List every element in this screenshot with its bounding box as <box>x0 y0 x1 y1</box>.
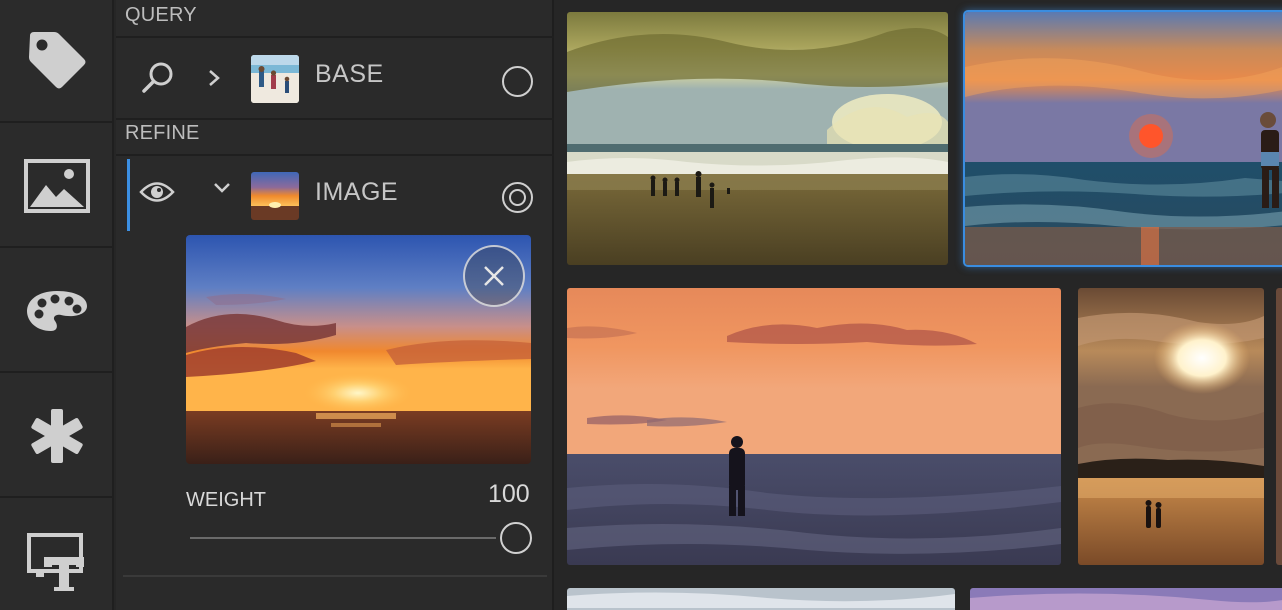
chevron-right-icon[interactable] <box>204 66 224 90</box>
asterisk-icon <box>31 408 83 463</box>
query-panel: QUERY BASE REFINE IMAGE WEIGHT 100 <box>116 0 554 610</box>
search-icon[interactable] <box>138 58 178 98</box>
text-screen-icon <box>27 532 84 591</box>
query-row-image[interactable]: IMAGE <box>116 156 554 232</box>
query-row-base[interactable]: BASE <box>116 38 554 118</box>
refine-section-label: REFINE <box>125 122 200 144</box>
result-image[interactable] <box>1276 288 1282 565</box>
base-select-radio[interactable] <box>502 66 533 97</box>
palette-icon <box>27 290 87 331</box>
rail-item-keywords[interactable] <box>0 375 114 498</box>
image-select-radio[interactable] <box>502 182 533 213</box>
result-image[interactable] <box>567 588 955 610</box>
weight-slider-thumb[interactable] <box>500 522 532 554</box>
filter-rail <box>0 0 114 610</box>
divider <box>123 575 547 577</box>
rail-item-text[interactable] <box>0 500 114 610</box>
result-image[interactable] <box>970 588 1282 610</box>
rail-item-color[interactable] <box>0 250 114 373</box>
refine-image-preview <box>186 235 531 464</box>
image-icon <box>24 158 90 213</box>
eye-icon[interactable] <box>138 176 176 208</box>
tag-icon <box>29 31 86 88</box>
result-image[interactable] <box>567 288 1061 565</box>
query-section-label: QUERY <box>125 4 197 26</box>
close-icon <box>484 266 504 286</box>
rail-item-tags[interactable] <box>0 0 114 123</box>
result-image[interactable] <box>567 12 948 265</box>
weight-slider-track[interactable] <box>190 537 496 539</box>
divider <box>116 118 554 120</box>
result-image-selected[interactable] <box>965 12 1282 265</box>
base-thumbnail <box>251 55 299 103</box>
image-thumbnail <box>251 172 299 220</box>
results-grid <box>556 0 1282 610</box>
rail-item-image[interactable] <box>0 125 114 248</box>
weight-label: WEIGHT <box>186 489 266 511</box>
result-image[interactable] <box>1078 288 1264 565</box>
image-row-title: IMAGE <box>315 178 399 206</box>
remove-image-button[interactable] <box>463 245 525 307</box>
weight-value: 100 <box>488 480 530 508</box>
base-row-title: BASE <box>315 60 384 88</box>
chevron-down-icon[interactable] <box>210 180 234 196</box>
